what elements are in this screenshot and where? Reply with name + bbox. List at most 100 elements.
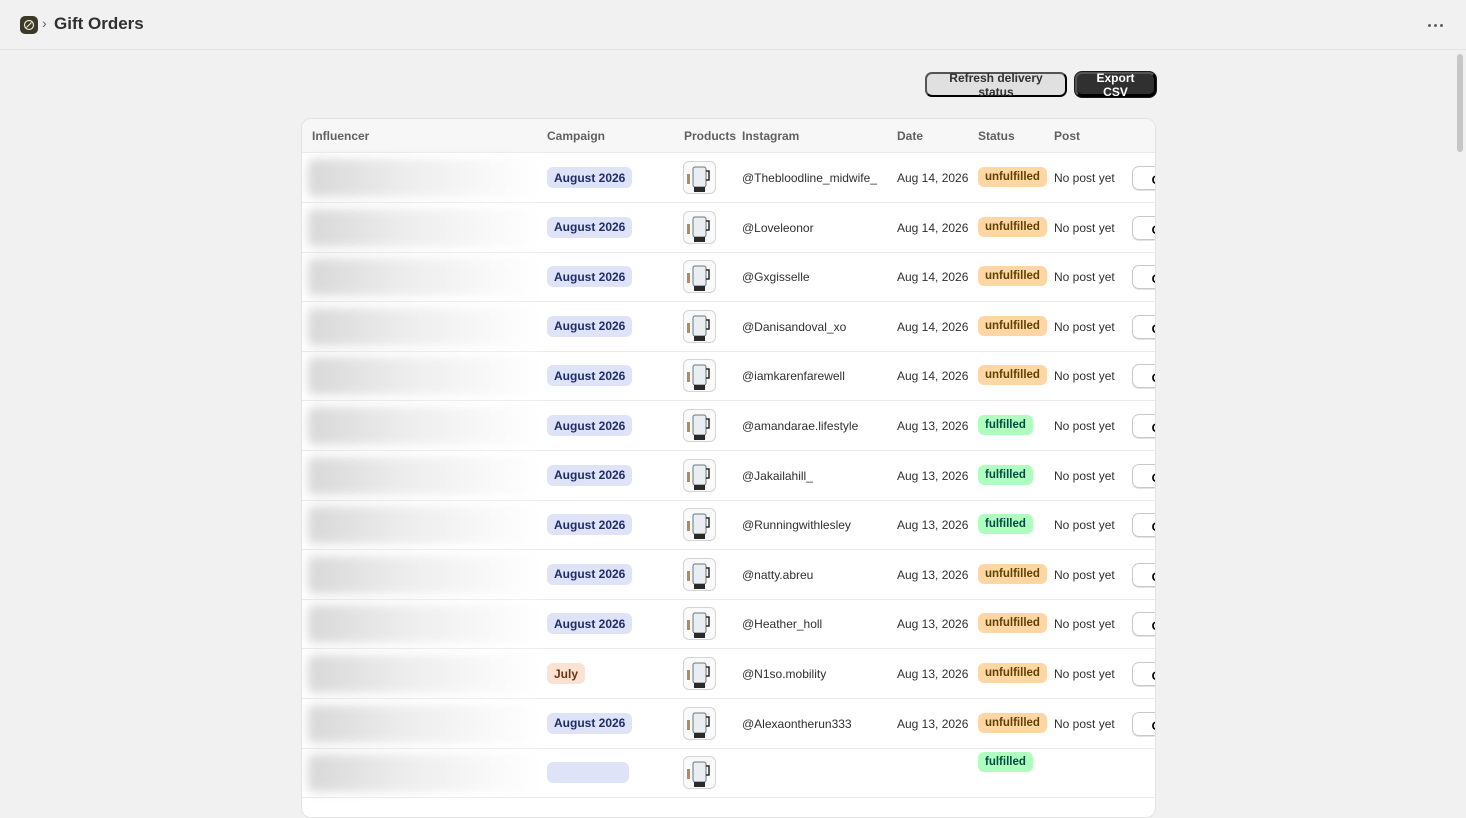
table-row[interactable]: July @N1so.mobility Aug 13, 2026 unfulfille… [302,649,1155,699]
order-date: Aug 13, 2026 [897,667,969,681]
gift-action-button[interactable]: Gift [1132,414,1155,438]
table-row[interactable]: August 2026 @Heather_holl Aug 13, 2026 unfu… [302,599,1155,650]
order-date: Aug 13, 2026 [897,468,969,483]
campaign-badge: August 2026 [547,712,633,734]
table-row[interactable]: August 2026 @Danisandoval_xo Aug 14, 2026 u… [302,302,1155,352]
product-thumbnail[interactable] [683,458,716,492]
product-thumbnail[interactable] [683,309,716,343]
table-header: Influencer Campaign Products Instagram D… [302,119,1155,153]
product-thumbnail[interactable] [683,210,716,244]
table-row[interactable]: August 2026 @Loveleonor Aug 14, 2026 unfulf… [302,203,1155,253]
campaign-badge: August 2026 [547,266,633,288]
campaign-badge: August 2026 [547,315,633,337]
product-thumbnail[interactable] [683,359,716,393]
table-row[interactable]: August 2026 @Jakailahill_ Aug 13, 2026 fulf… [302,451,1155,501]
status-badge: unfulfilled [978,216,1047,237]
column-header-products[interactable]: Products [684,129,736,143]
product-thumbnail[interactable] [683,657,716,690]
column-header-status[interactable]: Status [978,129,1015,143]
influencer-name-redacted[interactable] [308,456,540,495]
status-badge: fulfilled [978,752,1033,773]
product-thumbnail[interactable] [683,706,716,740]
instagram-handle[interactable]: @Gxgisselle [742,270,810,284]
instagram-handle[interactable]: @Thebloodline_midwife_ [742,171,877,185]
instagram-handle[interactable]: @Loveleonor [742,221,814,235]
influencer-name-redacted[interactable] [308,555,540,594]
column-header-post[interactable]: Post [1054,129,1080,143]
order-date: Aug 14, 2026 [897,171,969,185]
gift-action-button[interactable]: Gift [1132,463,1155,488]
influencer-name-redacted[interactable] [308,754,540,793]
gift-action-button[interactable]: Gift [1132,562,1155,587]
instagram-handle[interactable]: @N1so.mobility [742,667,826,681]
post-status: No post yet [1054,518,1115,533]
table-row[interactable]: August 2026 @Gxgisselle Aug 14, 2026 unfulf… [302,252,1155,303]
table-row[interactable]: August 2026 @iamkarenfarewell Aug 14, 2026… [302,351,1155,402]
gift-action-button[interactable]: Gift [1132,166,1155,190]
influencer-name-redacted[interactable] [308,357,540,396]
status-badge: unfulfilled [978,563,1047,584]
instagram-handle[interactable]: @Jakailahill_ [742,469,813,483]
refresh-delivery-status-button[interactable]: Refresh delivery status [925,71,1067,99]
order-date: Aug 13, 2026 [897,518,969,533]
breadcrumb-separator: › [42,15,47,31]
influencer-name-redacted[interactable] [308,704,540,743]
gift-action-button[interactable]: Gift [1132,513,1155,538]
product-thumbnail[interactable] [683,260,716,294]
campaign-badge: August 2026 [547,464,633,486]
instagram-handle[interactable]: @natty.abreu [742,568,813,582]
influencer-name-redacted[interactable] [308,407,540,445]
table-row[interactable]: August 2026 @amandarae.lifestyle Aug 13, 2… [302,401,1155,451]
order-date: Aug 13, 2026 [897,567,969,582]
campaign-badge: July [547,663,586,684]
influencer-name-redacted[interactable] [308,307,540,346]
post-status: No post yet [1054,369,1115,384]
column-header-date[interactable]: Date [897,129,923,143]
order-date: Aug 13, 2026 [897,419,969,433]
influencer-name-redacted[interactable] [308,159,540,197]
table-row[interactable]: August 2026 @Runningwithlesley Aug 13, 202… [302,500,1155,551]
product-thumbnail[interactable] [683,756,716,790]
top-bar: › Gift Orders [0,0,1466,50]
instagram-handle[interactable]: @Danisandoval_xo [742,320,846,334]
gift-action-button[interactable]: Gift [1132,364,1155,389]
product-thumbnail[interactable] [683,409,716,442]
gift-action-button[interactable]: Gift [1132,265,1155,290]
gift-action-button[interactable]: Gift [1132,662,1155,686]
gift-action-button[interactable]: Gift [1132,711,1155,736]
influencer-name-redacted[interactable] [308,208,540,247]
instagram-handle[interactable]: @amandarae.lifestyle [742,419,858,433]
more-horizontal-icon[interactable] [1422,13,1448,37]
product-thumbnail[interactable] [683,557,716,591]
status-badge: unfulfilled [978,365,1047,386]
table-row[interactable]: August 2026 @Thebloodline_midwife_ Aug 14,… [302,153,1155,203]
column-header-campaign[interactable]: Campaign [547,129,605,143]
post-status: No post yet [1054,319,1115,334]
status-badge: fulfilled [978,464,1033,485]
instagram-handle[interactable]: @Heather_holl [742,617,822,631]
product-thumbnail[interactable] [683,161,716,194]
influencer-name-redacted[interactable] [308,605,540,644]
export-csv-button[interactable]: Export CSV [1075,71,1156,99]
column-header-instagram[interactable]: Instagram [742,129,799,143]
status-badge: fulfilled [978,415,1033,435]
product-thumbnail[interactable] [683,508,716,542]
influencer-name-redacted[interactable] [308,258,540,297]
influencer-name-redacted[interactable] [308,655,540,693]
gift-action-button[interactable]: Gift [1132,215,1155,240]
instagram-handle[interactable]: @Alexaontherun333 [742,717,852,731]
table-row[interactable]: fulfilled [302,748,1155,799]
gift-action-button[interactable]: Gift [1132,612,1155,637]
gift-action-button[interactable]: Gift [1132,314,1155,339]
page-scrollbar[interactable] [1457,54,1463,152]
campaign-badge: August 2026 [547,216,633,238]
influencer-name-redacted[interactable] [308,506,540,545]
status-badge: unfulfilled [978,663,1047,683]
table-row[interactable]: August 2026 @natty.abreu Aug 13, 2026 unful… [302,550,1155,600]
instagram-handle[interactable]: @Runningwithlesley [742,518,851,532]
app-logo-icon[interactable] [20,16,38,34]
instagram-handle[interactable]: @iamkarenfarewell [742,369,845,383]
product-thumbnail[interactable] [683,607,716,641]
table-row[interactable]: August 2026 @Alexaontherun333 Aug 13, 2026… [302,699,1155,749]
column-header-influencer[interactable]: Influencer [312,129,369,143]
